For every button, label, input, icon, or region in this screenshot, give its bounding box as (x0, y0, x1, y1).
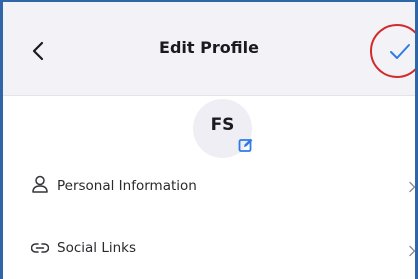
app-frame: Edit Profile FS Personal Information Soc… (0, 0, 418, 279)
header-bar: Edit Profile (3, 2, 415, 96)
highlight-circle (370, 24, 415, 78)
edit-pencil-icon[interactable] (238, 137, 254, 153)
person-icon (32, 175, 48, 193)
personal-information-item[interactable]: Personal Information (3, 162, 415, 212)
chevron-right-icon (409, 181, 415, 193)
social-links-label: Social Links (57, 240, 136, 256)
link-icon (31, 243, 49, 253)
personal-information-label: Personal Information (57, 178, 197, 194)
avatar-initials: FS (210, 115, 235, 135)
page-title: Edit Profile (159, 38, 259, 57)
social-links-item[interactable]: Social Links (3, 223, 415, 273)
chevron-right-icon (409, 245, 415, 257)
